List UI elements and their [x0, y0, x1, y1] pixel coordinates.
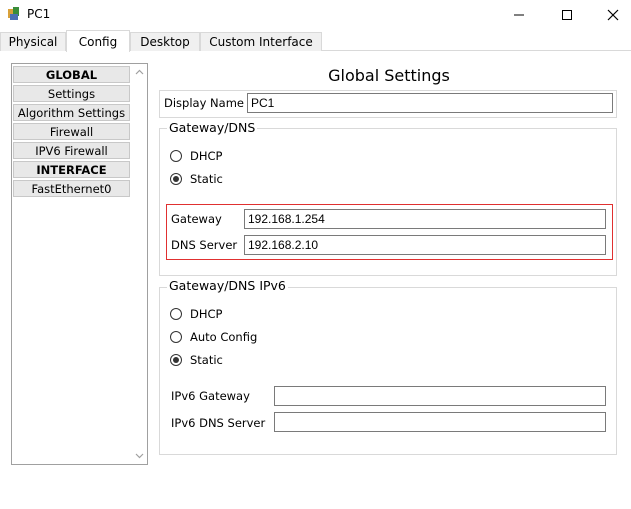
gateway-static-radio[interactable]: Static [170, 172, 223, 186]
nav-item-settings[interactable]: Settings [13, 85, 130, 102]
dns-server-label: DNS Server [171, 238, 238, 252]
page-title: Global Settings [328, 66, 450, 85]
gateway-label: Gateway [171, 212, 222, 226]
ipv6-gateway-label: IPv6 Gateway [171, 389, 250, 403]
close-button[interactable] [590, 0, 631, 30]
nav-item-fastethernet0[interactable]: FastEthernet0 [13, 180, 130, 197]
minimize-icon [514, 14, 524, 16]
radio-unselected-icon [170, 150, 182, 162]
tab-config[interactable]: Config [66, 30, 130, 52]
maximize-button[interactable] [544, 0, 590, 30]
window-title: PC1 [27, 7, 51, 21]
radio-unselected-icon [170, 331, 182, 343]
gateway-dns-legend: Gateway/DNS [167, 120, 258, 135]
radio-selected-icon [170, 354, 182, 366]
ipv6-gateway-input[interactable] [274, 386, 606, 406]
ipv6-dhcp-radio[interactable]: DHCP [170, 307, 222, 321]
scroll-down-icon[interactable] [131, 448, 147, 464]
ipv6-static-label: Static [190, 353, 223, 367]
nav-item-firewall[interactable]: Firewall [13, 123, 130, 140]
close-icon [607, 9, 619, 21]
ipv6-auto-config-label: Auto Config [190, 330, 258, 344]
minimize-button[interactable] [496, 0, 542, 30]
gateway-dns-ipv6-legend: Gateway/DNS IPv6 [167, 278, 288, 293]
gateway-static-label: Static [190, 172, 223, 186]
ipv6-dns-server-label: IPv6 DNS Server [171, 416, 266, 430]
ipv6-dns-server-input[interactable] [274, 412, 606, 432]
gateway-dhcp-label: DHCP [190, 149, 223, 163]
dns-server-input[interactable] [244, 235, 606, 255]
nav-header-interface: INTERFACE [13, 161, 130, 178]
gateway-dhcp-radio[interactable]: DHCP [170, 149, 222, 163]
nav-item-ipv6-firewall[interactable]: IPV6 Firewall [13, 142, 130, 159]
scroll-up-icon[interactable] [131, 64, 147, 80]
display-name-label: Display Name [164, 96, 244, 110]
nav-item-algorithm-settings[interactable]: Algorithm Settings [13, 104, 130, 121]
tab-desktop[interactable]: Desktop [130, 32, 200, 51]
radio-unselected-icon [170, 308, 182, 320]
app-icon [8, 7, 19, 20]
tab-custom-interface[interactable]: Custom Interface [200, 32, 322, 51]
ipv6-static-radio[interactable]: Static [170, 353, 223, 367]
ipv6-dhcp-label: DHCP [190, 307, 223, 321]
nav-header-global: GLOBAL [13, 66, 130, 83]
ipv6-auto-config-radio[interactable]: Auto Config [170, 330, 257, 344]
radio-selected-icon [170, 173, 182, 185]
display-name-input[interactable] [247, 93, 613, 113]
nav-scrollbar[interactable] [131, 64, 147, 464]
maximize-icon [562, 10, 572, 20]
gateway-input[interactable] [244, 209, 606, 229]
tab-physical[interactable]: Physical [0, 32, 66, 51]
